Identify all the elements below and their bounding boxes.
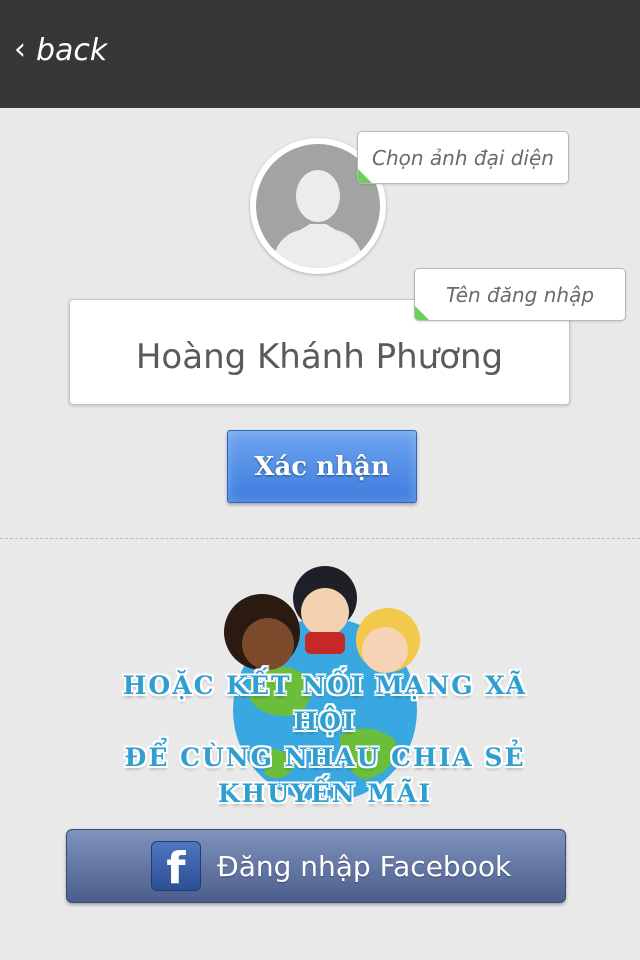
social-caption-line: để cùng nhau chia sẻ — [124, 743, 526, 772]
facebook-icon: f — [151, 841, 201, 891]
facebook-login-label: Đăng nhập Facebook — [217, 849, 512, 883]
confirm-label: Xác nhận — [254, 451, 390, 482]
top-bar: ‹ back — [0, 0, 640, 108]
back-label: back — [36, 32, 108, 68]
facebook-login-button[interactable]: f Đăng nhập Facebook — [66, 829, 566, 903]
social-caption-line: Hoặc kết nối mạng xã hội — [122, 671, 528, 736]
confirm-button[interactable]: Xác nhận — [227, 430, 417, 503]
username-value: Hoàng Khánh Phương — [135, 337, 504, 377]
social-caption-line: khuyến mãi — [217, 779, 433, 808]
choose-avatar-label: Chọn ảnh đại diện — [372, 145, 554, 170]
section-divider — [0, 538, 640, 539]
username-tooltip-label: Tên đăng nhập — [445, 282, 595, 307]
chevron-left-icon: ‹ — [14, 32, 26, 67]
social-connect-caption: Hoặc kết nối mạng xã hội để cùng nhau ch… — [100, 668, 550, 812]
username-tooltip: Tên đăng nhập — [414, 268, 626, 321]
choose-avatar-tooltip[interactable]: Chọn ảnh đại diện — [357, 131, 569, 184]
back-button[interactable]: ‹ back — [14, 28, 107, 72]
